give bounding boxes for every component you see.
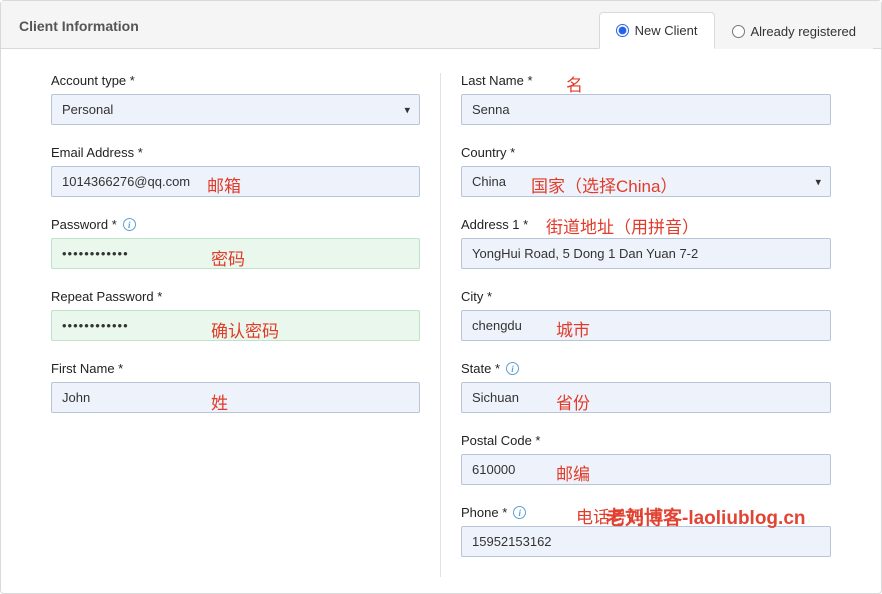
tab-registered-radio[interactable] — [732, 25, 745, 38]
account-type-select[interactable]: Personal — [51, 94, 420, 125]
label-first-name: First Name * — [51, 361, 420, 376]
left-column: Account type * Personal ▾ Email Address … — [31, 73, 441, 577]
info-icon: i — [506, 362, 519, 375]
postal-code-input[interactable] — [461, 454, 831, 485]
phone-input[interactable] — [461, 526, 831, 557]
address1-input[interactable] — [461, 238, 831, 269]
tab-registered-label: Already registered — [751, 24, 857, 39]
label-country: Country * — [461, 145, 831, 160]
client-information-panel: Client Information New Client Already re… — [0, 0, 882, 594]
info-icon: i — [123, 218, 136, 231]
label-repeat-password: Repeat Password * — [51, 289, 420, 304]
info-icon: i — [513, 506, 526, 519]
label-password: Password * i — [51, 217, 420, 232]
field-country: Country * China ▾ 国家（选择China） — [461, 145, 831, 197]
tab-new-client-radio[interactable] — [616, 24, 629, 37]
panel-body: Account type * Personal ▾ Email Address … — [1, 49, 881, 593]
tab-new-client-label: New Client — [635, 23, 698, 38]
label-city: City * — [461, 289, 831, 304]
first-name-input[interactable] — [51, 382, 420, 413]
field-first-name: First Name * 姓 — [51, 361, 420, 413]
label-email: Email Address * — [51, 145, 420, 160]
field-last-name: Last Name * 名 — [461, 73, 831, 125]
field-email: Email Address * 邮箱 — [51, 145, 420, 197]
field-postal-code: Postal Code * 邮编 — [461, 433, 831, 485]
email-input[interactable] — [51, 166, 420, 197]
password-input[interactable] — [51, 238, 420, 269]
label-last-name: Last Name * — [461, 73, 831, 88]
city-input[interactable] — [461, 310, 831, 341]
last-name-input[interactable] — [461, 94, 831, 125]
repeat-password-input[interactable] — [51, 310, 420, 341]
field-account-type: Account type * Personal ▾ — [51, 73, 420, 125]
country-select[interactable]: China — [461, 166, 831, 197]
panel-title: Client Information — [1, 2, 157, 48]
label-phone: Phone * i — [461, 505, 831, 520]
field-city: City * 城市 — [461, 289, 831, 341]
tab-already-registered[interactable]: Already registered — [715, 13, 874, 49]
client-type-tabs: New Client Already registered — [599, 1, 873, 48]
field-repeat-password: Repeat Password * 确认密码 — [51, 289, 420, 341]
field-address1: Address 1 * 街道地址（用拼音） — [461, 217, 831, 269]
panel-header: Client Information New Client Already re… — [1, 1, 881, 49]
label-postal-code: Postal Code * — [461, 433, 831, 448]
label-state: State * i — [461, 361, 831, 376]
label-address1: Address 1 * — [461, 217, 831, 232]
field-password: Password * i 密码 — [51, 217, 420, 269]
tab-new-client[interactable]: New Client — [599, 12, 715, 49]
field-state: State * i 省份 — [461, 361, 831, 413]
state-input[interactable] — [461, 382, 831, 413]
label-account-type: Account type * — [51, 73, 420, 88]
right-column: Last Name * 名 Country * China ▾ 国家（选择Chi… — [441, 73, 851, 577]
field-phone: Phone * i 电话号码 老刘博客-laoliublog.cn — [461, 505, 831, 557]
